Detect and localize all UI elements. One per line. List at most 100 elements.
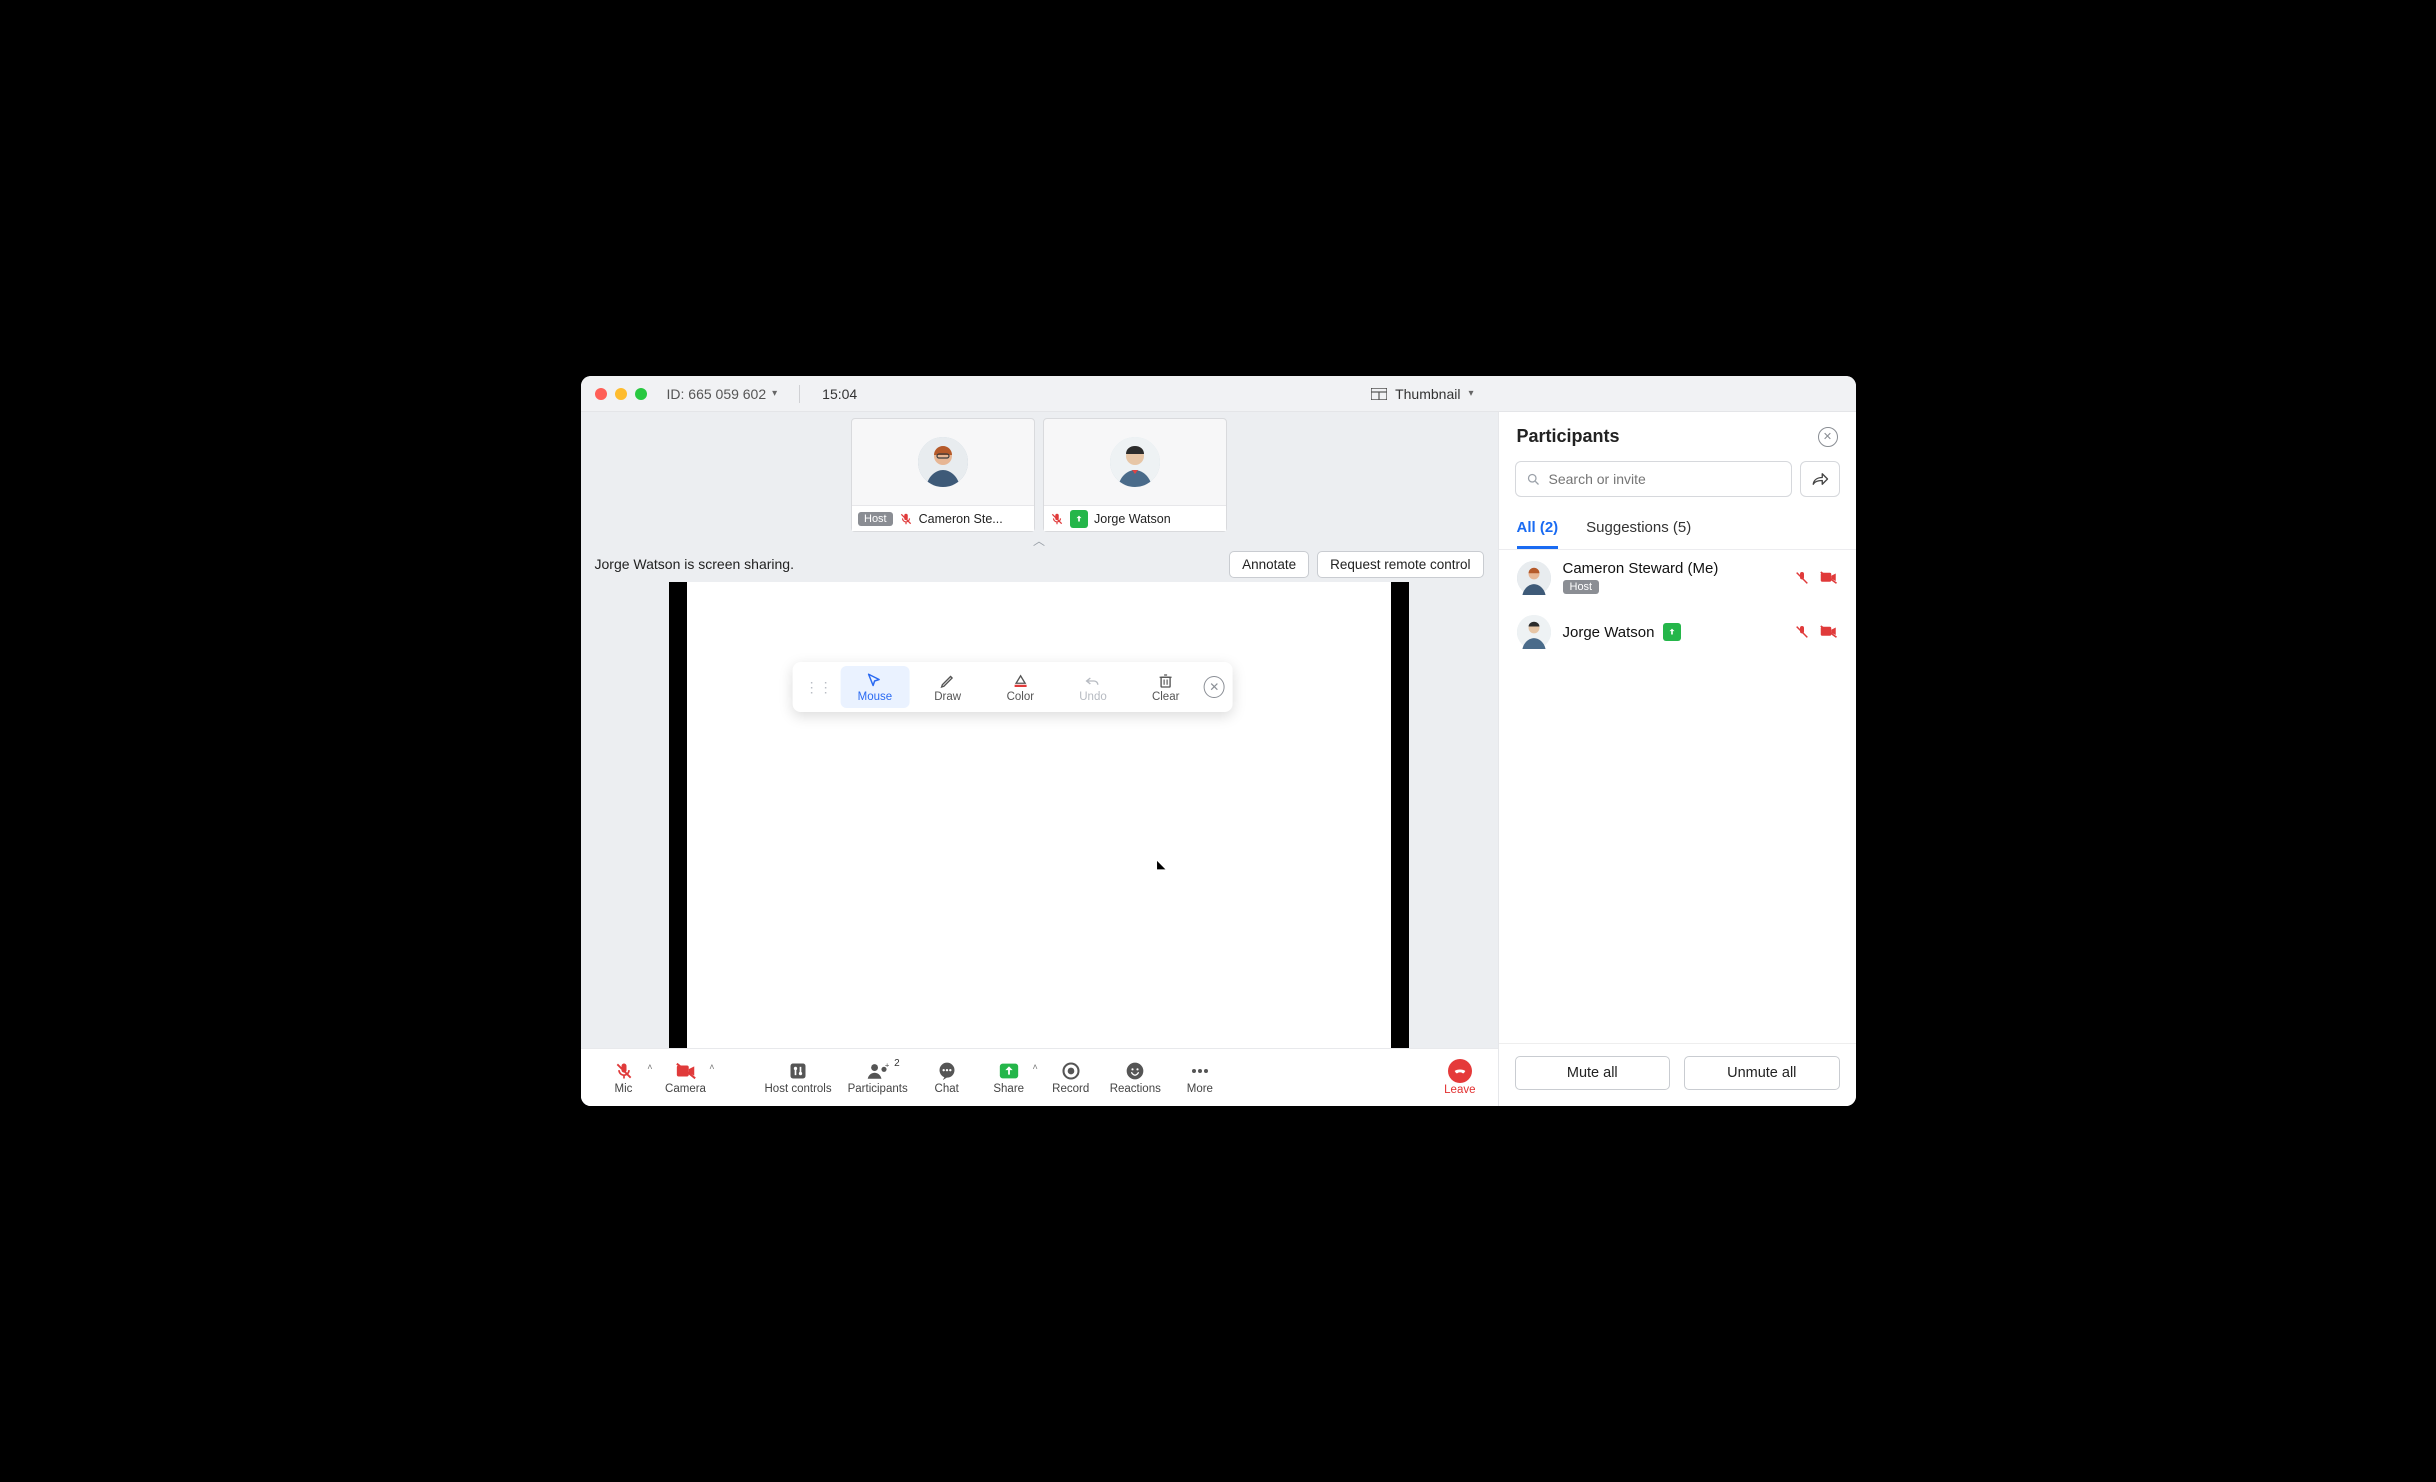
control-label: Record (1052, 1083, 1089, 1095)
participants-button[interactable]: 2 + Participants (840, 1056, 916, 1099)
annotation-draw-tool[interactable]: Draw (913, 666, 982, 708)
mic-muted-icon (1050, 512, 1064, 526)
screen-share-icon (1070, 510, 1088, 528)
mic-muted-icon (899, 512, 913, 526)
annotation-tool-label: Mouse (858, 691, 893, 703)
camera-toggle[interactable]: ˄ Camera (655, 1056, 717, 1099)
divider (799, 385, 800, 403)
avatar (1517, 615, 1551, 649)
view-mode-label: Thumbnail (1395, 386, 1460, 402)
camera-muted-icon (675, 1060, 697, 1082)
camera-muted-icon (1820, 625, 1838, 639)
window-traffic-lights (595, 388, 647, 400)
camera-muted-icon (1820, 571, 1838, 585)
panel-title: Participants (1517, 426, 1620, 447)
annotation-mouse-tool[interactable]: Mouse (841, 666, 910, 708)
annotation-close-button[interactable]: ✕ (1204, 676, 1225, 698)
share-arrow-icon (1811, 471, 1829, 487)
thumbnail-video (1044, 419, 1226, 505)
drag-handle-icon[interactable]: ⋮⋮ (801, 679, 837, 696)
annotation-tool-label: Undo (1079, 691, 1107, 703)
thumbnail-strip: Host Cameron Ste... (581, 412, 1498, 532)
mute-all-button[interactable]: Mute all (1515, 1056, 1671, 1090)
leave-button[interactable]: Leave (1434, 1055, 1485, 1100)
control-label: Reactions (1110, 1083, 1161, 1095)
avatar (1110, 437, 1160, 487)
chat-button[interactable]: Chat (916, 1056, 978, 1099)
annotation-color-tool[interactable]: Color (986, 666, 1055, 708)
thumbnail-label: Host Cameron Ste... (852, 505, 1034, 531)
participant-thumbnail[interactable]: Host Cameron Ste... (851, 418, 1035, 532)
chevron-up-icon[interactable]: ˄ (1032, 1062, 1037, 1072)
elapsed-time: 15:04 (822, 386, 857, 402)
annotation-tool-label: Color (1007, 691, 1034, 703)
participant-thumbnail[interactable]: Jorge Watson (1043, 418, 1227, 532)
thumbnail-name: Jorge Watson (1094, 512, 1171, 526)
main-area: Host Cameron Ste... (581, 412, 1498, 1106)
share-button[interactable]: ˄ Share (978, 1056, 1040, 1099)
control-label: Share (993, 1083, 1024, 1095)
request-remote-control-button[interactable]: Request remote control (1317, 551, 1483, 578)
view-mode-toggle[interactable]: Thumbnail ▾ (1363, 382, 1481, 406)
record-button[interactable]: Record (1040, 1056, 1102, 1099)
more-icon (1190, 1060, 1210, 1082)
unmute-all-button[interactable]: Unmute all (1684, 1056, 1840, 1090)
annotation-clear-tool[interactable]: Clear (1131, 666, 1200, 708)
panel-close-button[interactable]: ✕ (1818, 427, 1838, 447)
control-label: Host controls (765, 1083, 832, 1095)
annotation-undo-tool: Undo (1059, 666, 1128, 708)
reactions-button[interactable]: Reactions (1102, 1056, 1169, 1099)
shared-screen-content[interactable]: ◣ (669, 582, 1409, 1048)
reactions-icon (1125, 1060, 1145, 1082)
chevron-up-icon[interactable]: ˄ (709, 1062, 714, 1072)
search-input[interactable] (1549, 471, 1781, 487)
control-label: Chat (935, 1083, 959, 1095)
search-input-wrapper[interactable] (1515, 461, 1792, 497)
host-badge: Host (1563, 580, 1600, 594)
avatar (1517, 561, 1551, 595)
invite-button[interactable] (1800, 461, 1840, 497)
chevron-down-icon: ▾ (1468, 388, 1473, 399)
participant-row[interactable]: Cameron Steward (Me) Host (1499, 550, 1856, 605)
hangup-icon (1448, 1059, 1472, 1083)
host-controls-button[interactable]: Host controls (757, 1056, 840, 1099)
fullscreen-window-button[interactable] (635, 388, 647, 400)
meeting-id-dropdown[interactable]: ID: 665 059 602 ▾ (667, 386, 778, 402)
annotation-toolbar: ⋮⋮ Mouse Draw Color Und (793, 662, 1233, 712)
control-label: Mic (615, 1083, 633, 1095)
thumbnail-video (852, 419, 1034, 505)
meeting-controls: ˄ Mic ˄ Camera (581, 1048, 1498, 1106)
share-status-bar: Jorge Watson is screen sharing. Annotate… (581, 546, 1498, 582)
participants-icon: + (866, 1060, 890, 1082)
control-label: More (1187, 1083, 1213, 1095)
control-label: Leave (1444, 1084, 1475, 1096)
participant-name: Jorge Watson (1563, 624, 1655, 641)
control-label: Participants (848, 1083, 908, 1095)
tab-all[interactable]: All (2) (1517, 513, 1559, 549)
share-screen-icon (998, 1060, 1020, 1082)
mic-toggle[interactable]: ˄ Mic (593, 1056, 655, 1099)
collapse-thumbnails-button[interactable]: ︿ (581, 532, 1498, 546)
control-label: Camera (665, 1083, 706, 1095)
participants-list: Cameron Steward (Me) Host Jorge Watson (1499, 550, 1856, 1043)
remote-cursor-icon: ◣ (1157, 858, 1165, 871)
mic-muted-icon (1794, 570, 1810, 586)
participants-count: 2 (894, 1058, 900, 1069)
more-button[interactable]: More (1169, 1056, 1231, 1099)
svg-text:+: + (885, 1061, 890, 1070)
titlebar: ID: 665 059 602 ▾ 15:04 Thumbnail ▾ (581, 376, 1856, 412)
chevron-up-icon[interactable]: ˄ (647, 1062, 652, 1072)
chevron-down-icon: ▾ (772, 388, 777, 399)
mic-muted-icon (614, 1060, 634, 1082)
share-status-text: Jorge Watson is screen sharing. (595, 556, 794, 572)
tab-suggestions[interactable]: Suggestions (5) (1586, 513, 1691, 549)
participant-row[interactable]: Jorge Watson (1499, 605, 1856, 659)
meeting-id-label: ID: 665 059 602 (667, 386, 767, 402)
meeting-window: ID: 665 059 602 ▾ 15:04 Thumbnail ▾ (581, 376, 1856, 1106)
thumbnail-name: Cameron Ste... (919, 512, 1003, 526)
annotate-button[interactable]: Annotate (1229, 551, 1309, 578)
participant-name: Cameron Steward (Me) (1563, 560, 1782, 577)
minimize-window-button[interactable] (615, 388, 627, 400)
annotation-tool-label: Draw (934, 691, 961, 703)
close-window-button[interactable] (595, 388, 607, 400)
